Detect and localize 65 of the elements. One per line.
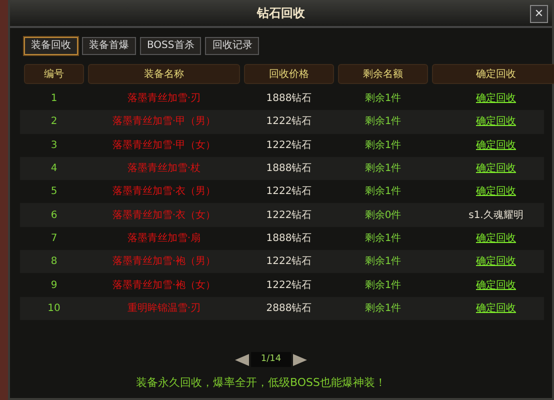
item-name: 重明眸锦温雪·刃: [127, 302, 201, 314]
recycle-link[interactable]: 确定回收: [476, 302, 516, 314]
recycle-link[interactable]: 确定回收: [476, 256, 516, 268]
previous-page-icon[interactable]: [234, 354, 249, 366]
row-number: 2: [50, 115, 58, 130]
remaining-text: 剩余1件: [364, 280, 402, 291]
price-text: 2888钻石: [266, 302, 312, 314]
tab[interactable]: 回收记录: [205, 37, 260, 55]
price-text: 1222钻石: [266, 140, 312, 151]
column-header: 剩余名额: [338, 64, 428, 84]
tab[interactable]: 装备首爆: [82, 37, 136, 55]
remaining-text: 剩余1件: [364, 116, 402, 128]
item-name: 落墨青丝加雪·刃: [127, 93, 201, 104]
remaining-text: 剩余0件: [364, 210, 402, 221]
row-number: 3: [50, 138, 58, 153]
recycle-link[interactable]: 确定回收: [476, 93, 516, 104]
row-number: 1: [50, 92, 58, 106]
column-header: 编号: [24, 64, 84, 84]
row-number: 7: [50, 232, 58, 246]
window-title: 钻石回收: [257, 5, 305, 22]
recycle-link[interactable]: 确定回收: [476, 163, 516, 174]
price-text: 1222钻石: [266, 186, 312, 198]
recycle-link[interactable]: 确定回收: [476, 186, 516, 198]
price-text: 1222钻石: [266, 210, 312, 221]
recycle-link[interactable]: 确定回收: [476, 140, 516, 151]
column-header: 回收价格: [244, 64, 334, 84]
remaining-text: 剩余1件: [364, 140, 402, 151]
price-text: 1222钻石: [266, 116, 312, 128]
item-name: 落墨青丝加雪·甲（女）: [112, 140, 216, 151]
column-header: 装备名称: [88, 64, 240, 84]
close-button[interactable]: ✕: [530, 5, 548, 23]
remaining-text: 剩余1件: [364, 163, 402, 174]
page-indicator: 1/14: [250, 352, 292, 368]
price-text: 1222钻石: [266, 280, 312, 291]
remaining-text: 剩余1件: [364, 232, 402, 244]
item-name: 落墨青丝加雪·衣（男）: [112, 186, 216, 198]
row-number: 10: [46, 302, 62, 316]
claimer-text: s1.久魂耀明: [468, 210, 524, 221]
item-name: 落墨青丝加雪·扇: [127, 232, 201, 244]
tab[interactable]: 装备回收: [24, 37, 78, 55]
column-header: 确定回收: [432, 64, 554, 84]
next-page-icon[interactable]: [293, 354, 308, 366]
row-number: 9: [50, 278, 58, 293]
item-name: 落墨青丝加雪·袍（男）: [112, 256, 216, 268]
price-text: 1222钻石: [266, 256, 312, 268]
item-name: 落墨青丝加雪·甲（男）: [112, 116, 216, 128]
price-text: 1888钻石: [266, 232, 312, 244]
row-number: 4: [50, 162, 58, 176]
footer-text: 装备永久回收，爆率全开，低级BOSS也能爆神装！: [135, 375, 387, 392]
price-text: 1888钻石: [266, 163, 312, 174]
recycle-link[interactable]: 确定回收: [476, 232, 516, 244]
price-text: 1888钻石: [266, 93, 312, 104]
item-name: 落墨青丝加雪·衣（女）: [112, 210, 216, 221]
remaining-text: 剩余1件: [364, 186, 402, 198]
row-number: 8: [50, 255, 58, 270]
recycle-link[interactable]: 确定回收: [476, 116, 516, 128]
item-name: 落墨青丝加雪·杖: [127, 163, 201, 174]
recycle-link[interactable]: 确定回收: [476, 280, 516, 291]
remaining-text: 剩余1件: [364, 93, 402, 104]
item-name: 落墨青丝加雪·袍（女）: [112, 280, 216, 291]
tab[interactable]: BOSS首杀: [140, 37, 202, 55]
remaining-text: 剩余1件: [364, 302, 402, 314]
row-number: 6: [50, 208, 58, 223]
row-number: 5: [50, 185, 58, 200]
remaining-text: 剩余1件: [364, 256, 402, 268]
